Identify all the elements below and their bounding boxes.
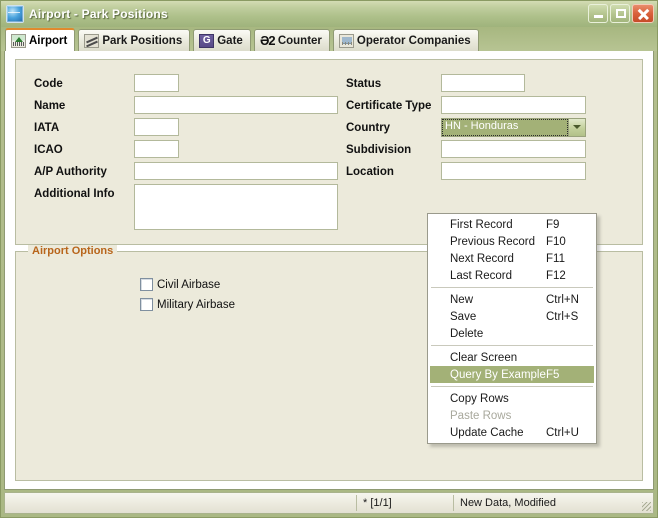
- civil-airbase-checkbox[interactable]: [140, 278, 153, 291]
- tab-operator-companies[interactable]: Operator Companies: [332, 29, 479, 51]
- civil-airbase-label: Civil Airbase: [157, 278, 221, 291]
- label-additional-info: Additional Info: [34, 188, 115, 200]
- name-input[interactable]: [134, 96, 338, 114]
- military-airbase-checkbox[interactable]: [140, 298, 153, 311]
- menu-item-save[interactable]: Save Ctrl+S: [428, 308, 596, 325]
- form-pane: Code Name IATA ICAO A/P Authority Additi…: [9, 55, 649, 485]
- resize-grip[interactable]: [639, 493, 653, 513]
- chevron-down-icon[interactable]: [568, 119, 585, 136]
- title-bar[interactable]: Airport - Park Positions: [1, 1, 657, 27]
- label-iata: IATA: [34, 122, 60, 134]
- status-message: New Data, Modified: [460, 497, 556, 509]
- menu-item-first-record[interactable]: First Record F9: [428, 216, 596, 233]
- tab-counter[interactable]: Ə2 Counter: [253, 29, 330, 51]
- status-bar: * [1/1] New Data, Modified: [4, 492, 654, 514]
- tab-gate[interactable]: G Gate: [193, 29, 251, 51]
- military-airbase-checkbox-row[interactable]: Military Airbase: [140, 298, 235, 311]
- menu-item-new[interactable]: New Ctrl+N: [428, 291, 596, 308]
- park-icon: [84, 33, 100, 48]
- label-location: Location: [346, 166, 394, 178]
- label-certificate-type: Certificate Type: [346, 100, 432, 112]
- ap-authority-input[interactable]: [134, 162, 338, 180]
- airport-options-legend: Airport Options: [28, 245, 118, 257]
- label-status: Status: [346, 78, 382, 90]
- tab-counter-label: Counter: [277, 34, 322, 47]
- close-button[interactable]: [632, 4, 654, 23]
- minimize-button[interactable]: [588, 4, 608, 23]
- maximize-button[interactable]: [610, 4, 630, 23]
- country-combobox[interactable]: HN - Honduras: [441, 118, 586, 137]
- status-blank-cell: [5, 493, 356, 513]
- airport-icon: [11, 33, 26, 48]
- tab-park-positions[interactable]: Park Positions: [78, 29, 191, 51]
- counter-icon: Ə2: [259, 33, 275, 48]
- application-window: Airport - Park Positions Airport Park Po…: [0, 0, 658, 518]
- label-name: Name: [34, 100, 66, 112]
- label-country: Country: [346, 122, 391, 134]
- iata-input[interactable]: [134, 118, 179, 136]
- menu-separator: [431, 386, 593, 387]
- status-input[interactable]: [441, 74, 525, 92]
- military-airbase-label: Military Airbase: [157, 298, 235, 311]
- code-input[interactable]: [134, 74, 179, 92]
- menu-separator: [431, 287, 593, 288]
- menu-item-previous-record[interactable]: Previous Record F10: [428, 233, 596, 250]
- menu-item-query-by-example[interactable]: Query By Example F5: [430, 366, 594, 383]
- tab-bar: Airport Park Positions G Gate Ə2 Counter…: [1, 27, 657, 51]
- menu-item-copy-rows[interactable]: Copy Rows: [428, 390, 596, 407]
- tab-gate-label: Gate: [217, 34, 243, 47]
- icao-input[interactable]: [134, 140, 179, 158]
- status-record-indicator: * [1/1]: [363, 497, 392, 509]
- operator-icon: [338, 33, 354, 48]
- label-code: Code: [34, 78, 63, 90]
- menu-item-delete[interactable]: Delete: [428, 325, 596, 342]
- menu-item-next-record[interactable]: Next Record F11: [428, 250, 596, 267]
- tab-park-positions-label: Park Positions: [102, 34, 183, 47]
- menu-item-update-cache[interactable]: Update Cache Ctrl+U: [428, 424, 596, 441]
- additional-info-input[interactable]: [134, 184, 338, 230]
- gate-icon: G: [199, 33, 215, 48]
- tab-airport[interactable]: Airport: [5, 28, 76, 51]
- menu-item-clear-screen[interactable]: Clear Screen: [428, 349, 596, 366]
- country-combobox-value: HN - Honduras: [442, 119, 568, 136]
- label-ap-authority: A/P Authority: [34, 166, 107, 178]
- label-subdivision: Subdivision: [346, 144, 412, 156]
- menu-item-last-record[interactable]: Last Record F12: [428, 267, 596, 284]
- context-menu[interactable]: First Record F9 Previous Record F10 Next…: [427, 213, 597, 444]
- window-title: Airport - Park Positions: [29, 7, 168, 21]
- window-controls: [588, 4, 654, 23]
- label-icao: ICAO: [34, 144, 63, 156]
- tab-operator-companies-label: Operator Companies: [356, 34, 471, 47]
- tab-airport-label: Airport: [29, 34, 68, 47]
- subdivision-input[interactable]: [441, 140, 586, 158]
- menu-item-paste-rows: Paste Rows: [450, 409, 512, 422]
- civil-airbase-checkbox-row[interactable]: Civil Airbase: [140, 278, 220, 291]
- client-area: Code Name IATA ICAO A/P Authority Additi…: [4, 51, 654, 490]
- certificate-type-input[interactable]: [441, 96, 586, 114]
- globe-icon: [6, 5, 24, 23]
- location-input[interactable]: [441, 162, 586, 180]
- menu-separator: [431, 345, 593, 346]
